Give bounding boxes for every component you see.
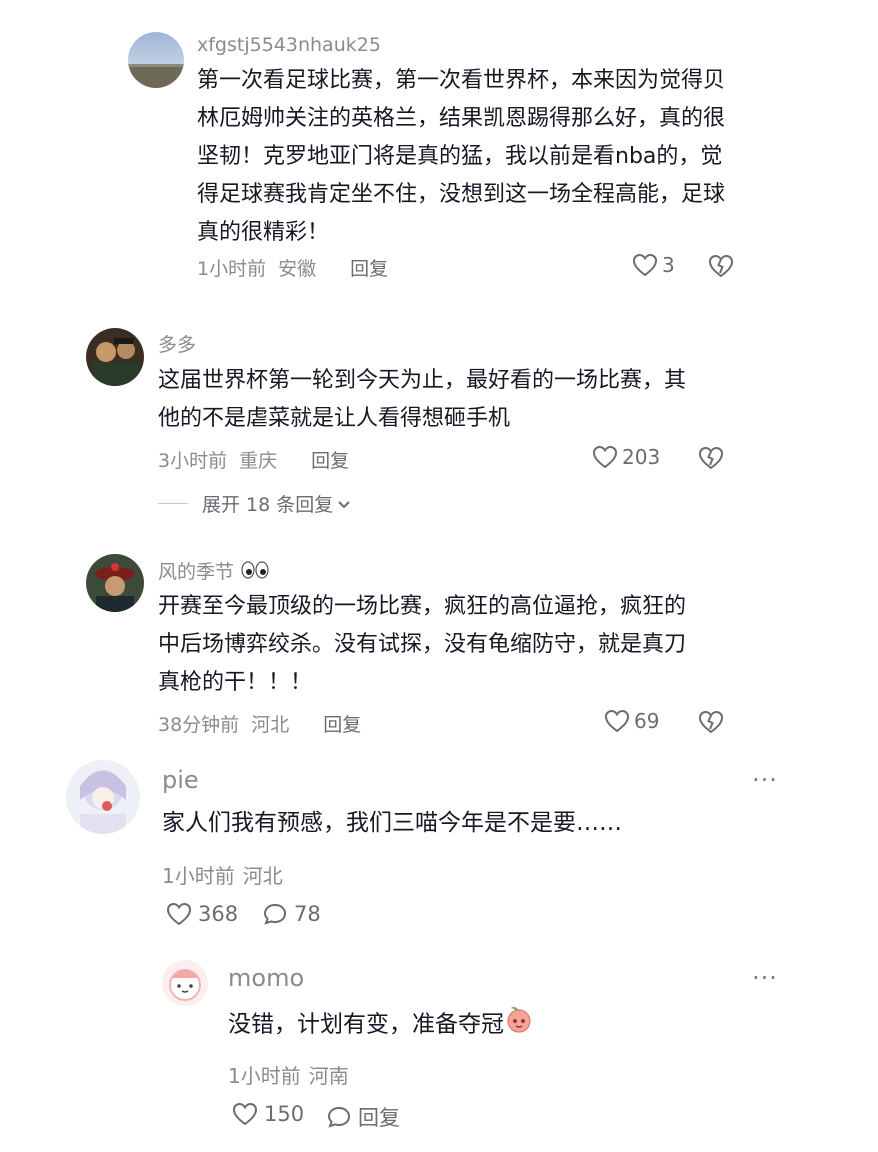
chevron-down-icon xyxy=(337,493,351,515)
comment-location: 河南 xyxy=(308,1064,349,1088)
expand-replies-label: 展开 18 条回复 xyxy=(202,494,334,516)
dislike-button[interactable] xyxy=(698,446,724,470)
comment-text: 开赛至今最顶级的一场比赛，疯狂的高位逼抢，疯狂的 中后场博弈绞杀。没有试探，没有… xyxy=(158,588,758,702)
eyes-emoji-icon xyxy=(240,560,270,585)
like-count: 150 xyxy=(264,1102,305,1126)
broken-heart-icon xyxy=(708,254,734,278)
avatar[interactable] xyxy=(128,32,184,88)
comment-text-line: 这届世界杯第一轮到今天为止，最好看的一场比赛，其 xyxy=(158,368,687,393)
like-button[interactable]: 150 xyxy=(232,1102,304,1126)
dislike-button[interactable] xyxy=(698,710,724,734)
comment-time: 38分钟前 xyxy=(158,714,240,736)
comment-location: 河北 xyxy=(251,714,290,736)
comment-time: 1小时前 xyxy=(162,864,235,888)
avatar[interactable] xyxy=(86,554,144,612)
divider xyxy=(158,503,188,504)
comment-text: 没错，计划有变，准备夺冠 xyxy=(228,1004,534,1046)
comment-bubble-icon xyxy=(326,1105,352,1129)
comment-text-line: 他的不是虐菜就是让人看得想砸手机 xyxy=(158,406,511,431)
comment-username[interactable]: pie xyxy=(162,766,199,794)
broken-heart-icon xyxy=(698,710,724,734)
comment-username[interactable]: xfgstj5543nhauk25 xyxy=(197,34,381,56)
comment-username[interactable]: 风的季节 xyxy=(158,557,270,585)
comment-text-line: 第一次看足球比赛，第一次看世界杯，本来因为觉得贝 xyxy=(197,68,726,93)
heart-icon xyxy=(166,902,192,926)
heart-icon xyxy=(604,709,630,733)
reply-button[interactable]: 回复 xyxy=(323,710,361,737)
avatar[interactable] xyxy=(162,960,208,1006)
comment-text-line: 林厄姆帅关注的英格兰，结果凯恩踢得那么好，真的很 xyxy=(197,106,726,131)
more-icon[interactable]: ··· xyxy=(752,768,778,792)
reply-button[interactable]: 回复 xyxy=(326,1102,400,1132)
avatar[interactable] xyxy=(86,328,144,386)
comment-text: 家人们我有预感，我们三喵今年是不是要…… xyxy=(162,810,622,836)
like-button[interactable]: 69 xyxy=(604,709,659,733)
username-text: 风的季节 xyxy=(158,561,235,583)
like-count: 69 xyxy=(634,709,660,733)
like-button[interactable]: 3 xyxy=(632,253,675,277)
heart-icon xyxy=(232,1102,258,1126)
like-button[interactable]: 368 xyxy=(166,902,238,926)
comment-location: 河北 xyxy=(242,864,283,888)
expand-replies-button[interactable]: 展开 18 条回复 xyxy=(158,490,351,517)
like-button[interactable]: 203 xyxy=(592,445,660,469)
reply-button[interactable]: 回复 xyxy=(311,446,349,473)
dislike-button[interactable] xyxy=(708,254,734,278)
comment-location: 重庆 xyxy=(239,450,278,472)
comment-replies-button[interactable]: 78 xyxy=(262,902,321,926)
comment-meta: 1小时前 河南 xyxy=(228,1060,357,1089)
comment-text: 这届世界杯第一轮到今天为止，最好看的一场比赛，其 他的不是虐菜就是让人看得想砸手… xyxy=(158,362,758,438)
comment-text-line: 中后场博弈绞杀。没有试探，没有龟缩防守，就是真刀 xyxy=(158,632,687,657)
comment-text-content: 没错，计划有变，准备夺冠 xyxy=(228,1011,504,1038)
heart-icon xyxy=(592,445,618,469)
comment-text-line: 坚韧！克罗地亚门将是真的猛，我以前是看nba的，觉 xyxy=(197,144,723,169)
comment-time: 3小时前 xyxy=(158,450,228,472)
comment-username[interactable]: momo xyxy=(228,964,304,992)
comment-text-line: 真枪的干！！！ xyxy=(158,670,313,695)
comment-text-line: 开赛至今最顶级的一场比赛，疯狂的高位逼抢，疯狂的 xyxy=(158,594,687,619)
like-count: 368 xyxy=(198,902,239,926)
comment-meta: 3小时前 重庆 回复 xyxy=(158,446,361,473)
comment-bubble-icon xyxy=(262,902,288,926)
like-count: 3 xyxy=(662,253,675,277)
comment-time: 1小时前 xyxy=(228,1064,301,1088)
broken-heart-icon xyxy=(698,446,724,470)
peach-emoji-icon xyxy=(504,1004,534,1046)
comment-meta: 1小时前 河北 xyxy=(162,860,291,889)
like-count: 203 xyxy=(622,445,661,469)
comment-text-line: 真的很精彩！ xyxy=(197,220,330,245)
reply-label: 回复 xyxy=(358,1106,400,1130)
comment-meta: 38分钟前 河北 回复 xyxy=(158,710,373,737)
comment-text: 第一次看足球比赛，第一次看世界杯，本来因为觉得贝 林厄姆帅关注的英格兰，结果凯恩… xyxy=(197,62,757,252)
comment-time: 1小时前 xyxy=(197,258,267,280)
comment-meta: 1小时前 安徽 回复 xyxy=(197,254,400,281)
avatar[interactable] xyxy=(66,760,140,834)
heart-icon xyxy=(632,253,658,277)
reply-button[interactable]: 回复 xyxy=(350,254,388,281)
comment-text-line: 得足球赛我肯定坐不住，没想到这一场全程高能，足球 xyxy=(197,182,726,207)
comment-username[interactable]: 多多 xyxy=(158,330,196,357)
more-icon[interactable]: ··· xyxy=(752,966,778,990)
comment-location: 安徽 xyxy=(278,258,317,280)
reply-count: 78 xyxy=(294,902,321,926)
